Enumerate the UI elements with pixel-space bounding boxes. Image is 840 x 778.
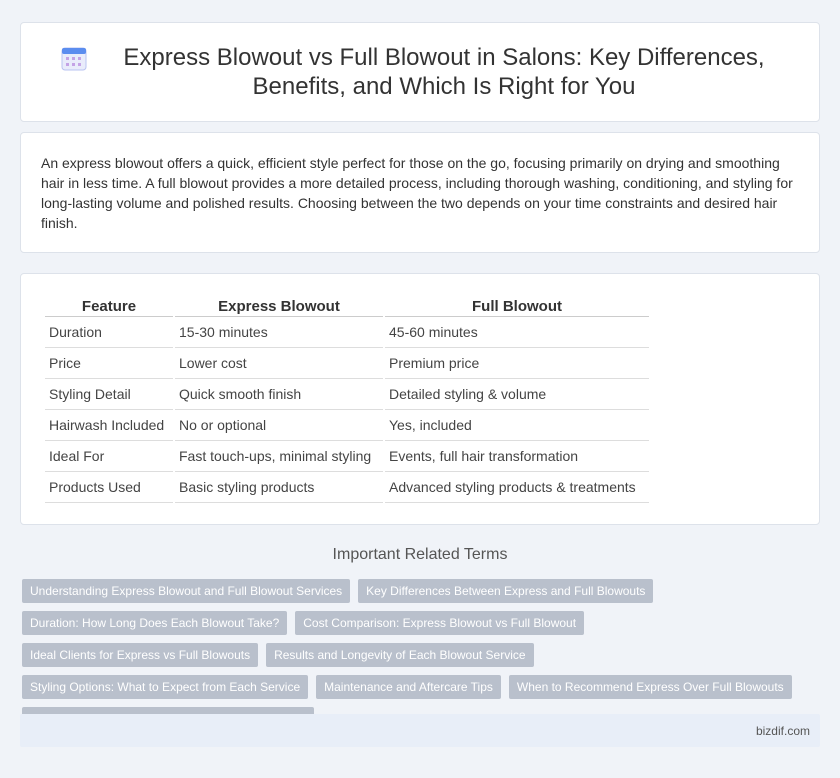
table-cell: Fast touch-ups, minimal styling — [175, 441, 383, 472]
footer-site-name[interactable]: bizdif.com — [756, 724, 810, 738]
header-express: Express Blowout — [175, 296, 383, 317]
related-term-link[interactable]: Results and Longevity of Each Blowout Se… — [266, 643, 534, 667]
related-term-link[interactable]: Understanding Express Blowout and Full B… — [22, 579, 351, 603]
calendar-icon — [61, 47, 87, 71]
table-row: Ideal For Fast touch-ups, minimal stylin… — [45, 441, 649, 472]
related-term-link[interactable]: Maintenance and Aftercare Tips — [316, 675, 501, 699]
table-row: Products Used Basic styling products Adv… — [45, 472, 649, 503]
table-cell: Detailed styling & volume — [385, 379, 649, 410]
related-terms-list: Understanding Express Blowout and Full B… — [22, 579, 822, 731]
footer-bar: bizdif.com — [20, 714, 820, 747]
table-cell: Yes, included — [385, 410, 649, 441]
related-term-link[interactable]: Ideal Clients for Express vs Full Blowou… — [22, 643, 259, 667]
table-cell: Basic styling products — [175, 472, 383, 503]
table-row: Styling Detail Quick smooth finish Detai… — [45, 379, 649, 410]
related-term-link[interactable]: Key Differences Between Express and Full… — [358, 579, 654, 603]
table-cell: No or optional — [175, 410, 383, 441]
table-cell: Events, full hair transformation — [385, 441, 649, 472]
table-cell: Styling Detail — [45, 379, 173, 410]
table-cell: Lower cost — [175, 348, 383, 379]
header-feature: Feature — [45, 296, 173, 317]
comparison-card: Feature Express Blowout Full Blowout Dur… — [20, 273, 820, 525]
table-header-row: Feature Express Blowout Full Blowout — [45, 296, 649, 317]
header-card: Express Blowout vs Full Blowout in Salon… — [20, 22, 820, 122]
table-cell: Products Used — [45, 472, 173, 503]
header-full: Full Blowout — [385, 296, 649, 317]
related-term-link[interactable]: Styling Options: What to Expect from Eac… — [22, 675, 309, 699]
related-term-link[interactable]: Cost Comparison: Express Blowout vs Full… — [295, 611, 585, 635]
related-term-link[interactable]: When to Recommend Express Over Full Blow… — [508, 675, 792, 699]
comparison-table: Feature Express Blowout Full Blowout Dur… — [43, 296, 651, 503]
table-cell: Price — [45, 348, 173, 379]
table-row: Hairwash Included No or optional Yes, in… — [45, 410, 649, 441]
table-cell: Advanced styling products & treatments — [385, 472, 649, 503]
table-cell: Quick smooth finish — [175, 379, 383, 410]
table-cell: Ideal For — [45, 441, 173, 472]
intro-text: An express blowout offers a quick, effic… — [41, 155, 793, 231]
related-term-link[interactable]: Duration: How Long Does Each Blowout Tak… — [22, 611, 288, 635]
intro-card: An express blowout offers a quick, effic… — [20, 132, 820, 253]
table-cell: Hairwash Included — [45, 410, 173, 441]
table-cell: Premium price — [385, 348, 649, 379]
table-cell: 45-60 minutes — [385, 317, 649, 348]
table-row: Duration 15-30 minutes 45-60 minutes — [45, 317, 649, 348]
table-row: Price Lower cost Premium price — [45, 348, 649, 379]
table-cell: Duration — [45, 317, 173, 348]
table-cell: 15-30 minutes — [175, 317, 383, 348]
related-terms-title: Important Related Terms — [332, 546, 508, 563]
page-title: Express Blowout vs Full Blowout in Salon… — [123, 44, 765, 100]
